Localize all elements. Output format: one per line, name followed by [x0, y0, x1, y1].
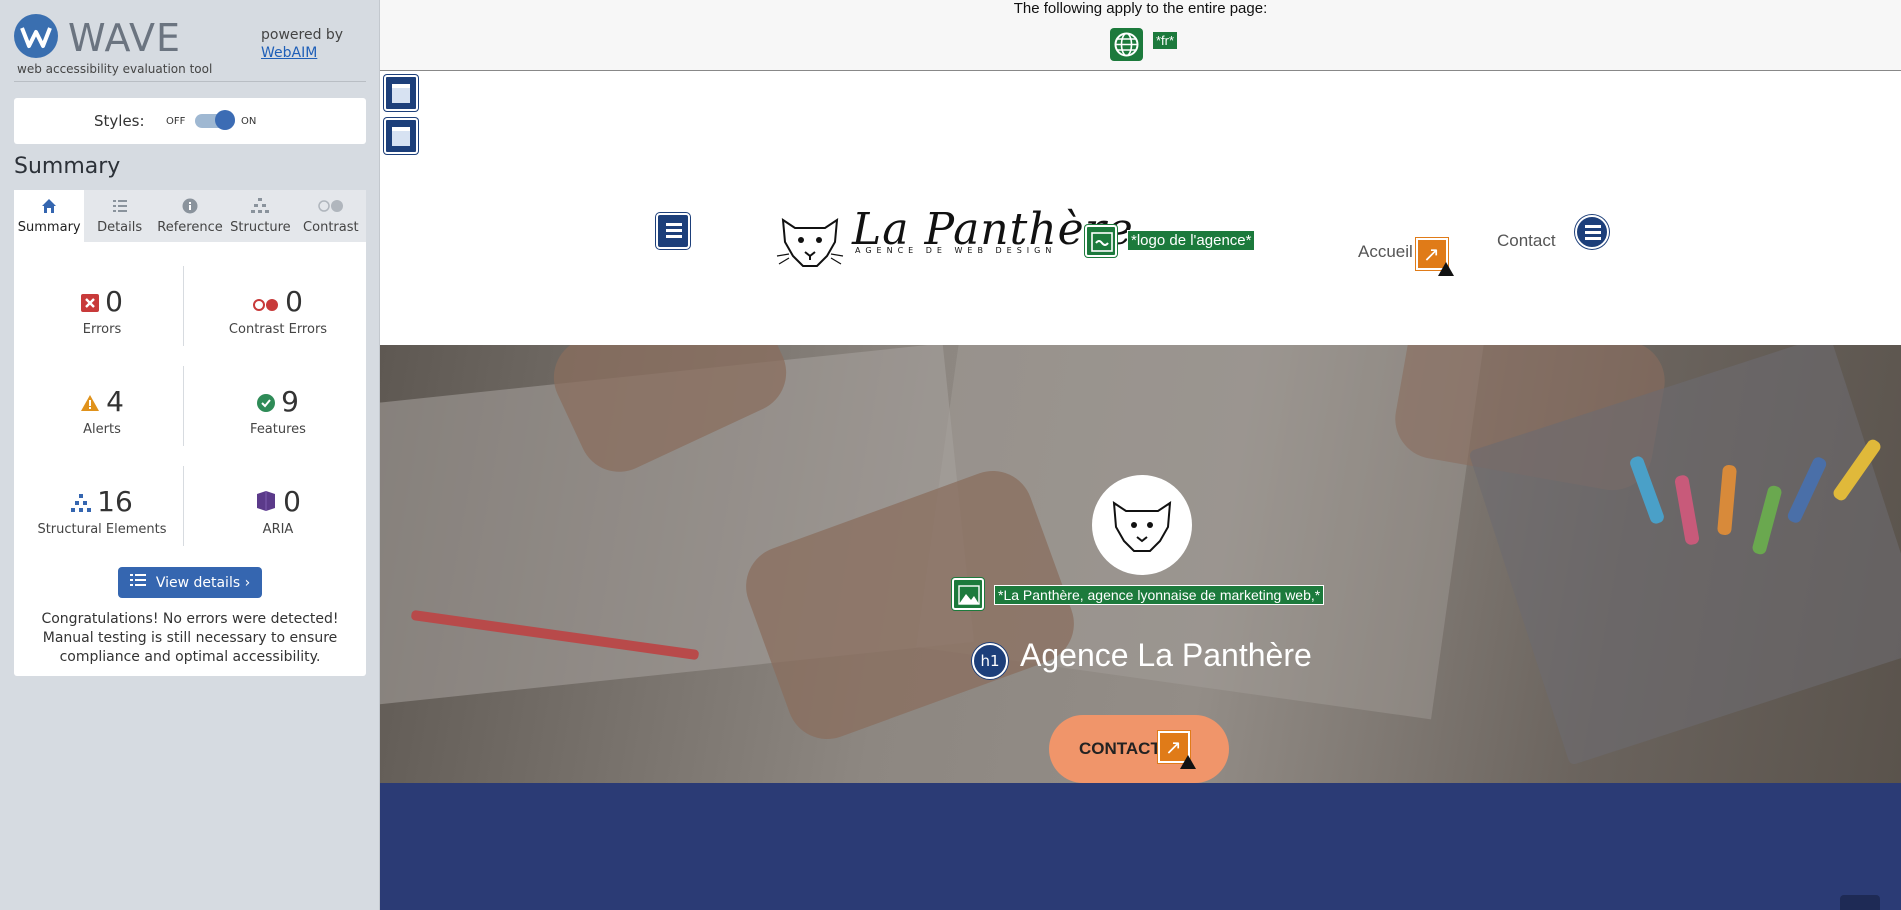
- navigation-list-icon[interactable]: [656, 213, 690, 249]
- contrast-icon: [296, 198, 366, 220]
- image-alt-icon[interactable]: [952, 578, 984, 610]
- nav-link-contact[interactable]: Contact: [1497, 231, 1556, 251]
- styles-toggle-box: Styles: OFF ON: [14, 98, 366, 144]
- view-details-label: View details ›: [155, 575, 251, 591]
- contact-cta-button[interactable]: CONTACT: [1049, 715, 1229, 783]
- alerts-count: 4: [106, 385, 124, 418]
- errors-label: Errors: [82, 322, 122, 337]
- logo-subtitle: AGENCE DE WEB DESIGN: [855, 246, 1057, 255]
- linked-image-icon[interactable]: [1085, 225, 1117, 257]
- tab-bar: Summary Details Reference Structure Cont…: [14, 190, 366, 242]
- stat-divider: [183, 366, 184, 446]
- summary-heading: Summary: [14, 154, 121, 179]
- errors-count: 0: [105, 285, 123, 318]
- tab-details[interactable]: Details: [84, 190, 154, 242]
- tab-reference-label: Reference: [157, 220, 223, 235]
- header-region-icon[interactable]: [384, 118, 418, 154]
- aria-count: 0: [283, 485, 301, 518]
- contrast-errors-stat[interactable]: 0 Contrast Errors: [198, 284, 358, 337]
- page-notice-text: The following apply to the entire page:: [1013, 0, 1268, 17]
- powered-by: powered by WebAIM: [261, 26, 343, 62]
- language-tag: *fr*: [1153, 32, 1178, 49]
- tab-contrast-label: Contrast: [303, 220, 359, 235]
- info-icon: [155, 198, 225, 220]
- toggle-on-label: ON: [241, 116, 257, 127]
- wave-title: WAVE: [68, 16, 182, 60]
- tab-structure-label: Structure: [230, 220, 291, 235]
- tab-structure[interactable]: Structure: [225, 190, 295, 242]
- list-icon: [84, 198, 154, 220]
- structure-icon: [225, 198, 295, 220]
- features-stat[interactable]: 9 Features: [198, 384, 358, 437]
- structural-label: Structural Elements: [37, 522, 167, 537]
- wave-header: WAVE web accessibility evaluation tool p…: [14, 12, 366, 82]
- alerts-stat[interactable]: 4 Alerts: [22, 384, 182, 437]
- contact-cta-label: CONTACT: [1079, 739, 1161, 758]
- aria-label: ARIA: [262, 522, 294, 537]
- contrast-errors-label: Contrast Errors: [228, 322, 328, 337]
- styles-toggle-knob[interactable]: [215, 110, 235, 130]
- tab-details-label: Details: [97, 220, 143, 235]
- structural-elements-stat[interactable]: 16 Structural Elements: [22, 484, 182, 537]
- errors-stat[interactable]: 0 Errors: [22, 284, 182, 337]
- structure-icon: [71, 485, 92, 521]
- heading-h1-icon[interactable]: h1: [972, 643, 1008, 679]
- features-label: Features: [250, 422, 306, 437]
- redundant-link-alert-icon[interactable]: ↗: [1416, 238, 1454, 276]
- stat-divider: [183, 266, 184, 346]
- alerts-label: Alerts: [83, 422, 121, 437]
- toggle-off-label: OFF: [166, 116, 186, 127]
- features-count: 9: [281, 385, 299, 418]
- structural-count: 16: [97, 485, 133, 518]
- list-icon: [129, 567, 146, 598]
- contrast-errors-count: 0: [285, 285, 303, 318]
- blue-section: [380, 783, 1901, 910]
- header-region-icon[interactable]: [384, 75, 418, 111]
- unordered-list-icon[interactable]: [1575, 215, 1609, 249]
- contrast-error-icon: [253, 285, 279, 321]
- tab-summary[interactable]: Summary: [14, 190, 85, 242]
- hero-title: Agence La Panthère: [1020, 637, 1312, 673]
- wave-sidebar: WAVE web accessibility evaluation tool p…: [0, 0, 380, 910]
- hero-logo: [1092, 475, 1192, 575]
- panther-logo-icon: [1112, 501, 1172, 552]
- hero-section: *La Panthère, agence lyonnaise de market…: [380, 345, 1901, 783]
- powered-by-label: powered by: [261, 27, 344, 43]
- webaim-link[interactable]: WebAIM: [261, 45, 317, 61]
- redundant-link-alert-icon[interactable]: ↗: [1158, 731, 1196, 769]
- home-icon: [14, 198, 84, 220]
- language-globe-icon[interactable]: [1110, 28, 1143, 61]
- aria-icon: [255, 485, 277, 521]
- wave-logo-icon: [14, 14, 58, 58]
- tab-summary-label: Summary: [17, 220, 81, 235]
- wave-subtitle: web accessibility evaluation tool: [17, 62, 213, 76]
- checkmark-icon: [257, 385, 276, 421]
- scroll-top-button[interactable]: [1840, 895, 1880, 910]
- stat-divider: [183, 466, 184, 546]
- view-details-button[interactable]: View details ›: [118, 567, 262, 598]
- nav-link-accueil[interactable]: Accueil: [1358, 242, 1413, 262]
- alert-icon: [80, 385, 100, 421]
- hero-image-alt-text: *La Panthère, agence lyonnaise de market…: [994, 585, 1325, 605]
- summary-panel: Summary Details Reference Structure Cont…: [14, 190, 366, 676]
- panther-logo-icon: [776, 218, 844, 267]
- logo-alt-text: *logo de l'agence*: [1127, 230, 1256, 251]
- page-content: The following apply to the entire page: …: [380, 0, 1901, 910]
- page-notice-bar: The following apply to the entire page: …: [380, 0, 1901, 71]
- error-icon: [81, 285, 100, 321]
- congrats-message: Congratulations! No errors were detected…: [41, 611, 339, 665]
- tab-contrast[interactable]: Contrast: [296, 190, 366, 242]
- tab-reference[interactable]: Reference: [155, 190, 225, 242]
- aria-stat[interactable]: 0 ARIA: [198, 484, 358, 537]
- styles-label: Styles:: [94, 112, 145, 130]
